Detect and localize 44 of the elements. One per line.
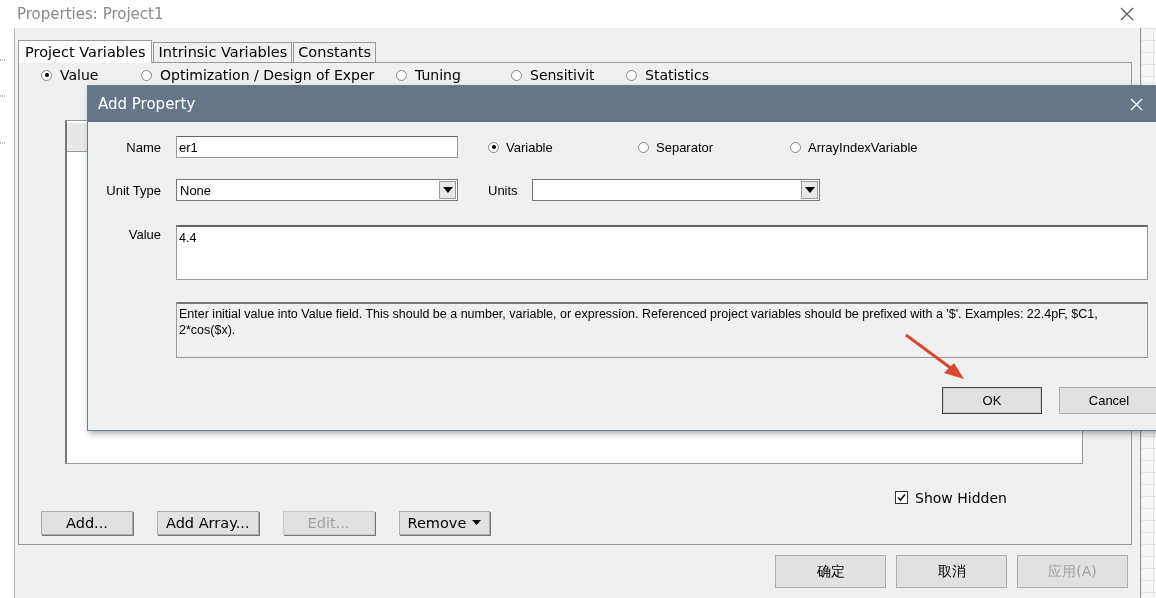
radio-label[interactable]: Variable [506,139,553,155]
dialog-title: Add Property [98,95,196,113]
checkbox-label[interactable]: Show Hidden [915,489,1007,506]
radio-button[interactable] [638,141,649,153]
dialog-button[interactable]: 取消 [896,555,1007,588]
annotation-arrow [904,333,966,381]
unit-type-dropdown[interactable]: None [176,179,458,201]
field-label: Value [127,226,161,242]
action-button[interactable]: Add... [41,511,133,535]
dialog-button[interactable]: 确定 [775,555,886,588]
dropdown-button[interactable]: Remove [398,511,491,535]
radio-label[interactable]: Sensitivit [530,67,595,83]
dialog-button[interactable]: OK [942,387,1042,414]
field-label: Name [125,139,161,155]
radio-button[interactable] [41,69,52,81]
field-label: Unit Type [105,182,161,198]
caret-icon[interactable] [442,187,453,193]
caret-icon[interactable] [804,187,815,193]
dialog-button[interactable]: Cancel [1059,387,1156,414]
caret-icon [472,520,482,526]
radio-label[interactable]: Tuning [415,67,461,83]
radio-button[interactable] [488,141,499,153]
units-dropdown[interactable] [532,179,820,201]
radio-label[interactable]: ArrayIndexVariable [808,139,918,155]
tab[interactable]: Intrinsic Variables [153,42,293,62]
field-label: Units [488,182,519,198]
name-field[interactable]: er1 [176,136,458,158]
close-icon[interactable] [1120,7,1134,21]
radio-button[interactable] [141,69,152,81]
radio-label[interactable]: Statistics [645,67,709,83]
radio-label[interactable]: Value [60,67,99,83]
tab[interactable]: Project Variables [18,40,153,63]
radio-button[interactable] [511,69,522,81]
radio-label[interactable]: Separator [656,139,714,155]
radio-button[interactable] [396,69,407,81]
tab[interactable]: Constants [293,42,376,62]
radio-label[interactable]: Optimization / Design of Exper [160,67,375,83]
checkbox[interactable] [895,491,908,504]
action-button[interactable]: Add Array... [157,511,259,535]
value-field[interactable]: 4.4 [176,225,1148,280]
window-title: Properties: Project1 [17,5,164,23]
radio-button[interactable] [790,141,801,153]
radio-button[interactable] [626,69,637,81]
help-text: Enter initial value into Value field. This should be a number, variable, or expression. Referenced project variables should be prefixed with a '$'. Examples: 22.4pF, $C1, 2*cos($x). [176,302,1148,358]
